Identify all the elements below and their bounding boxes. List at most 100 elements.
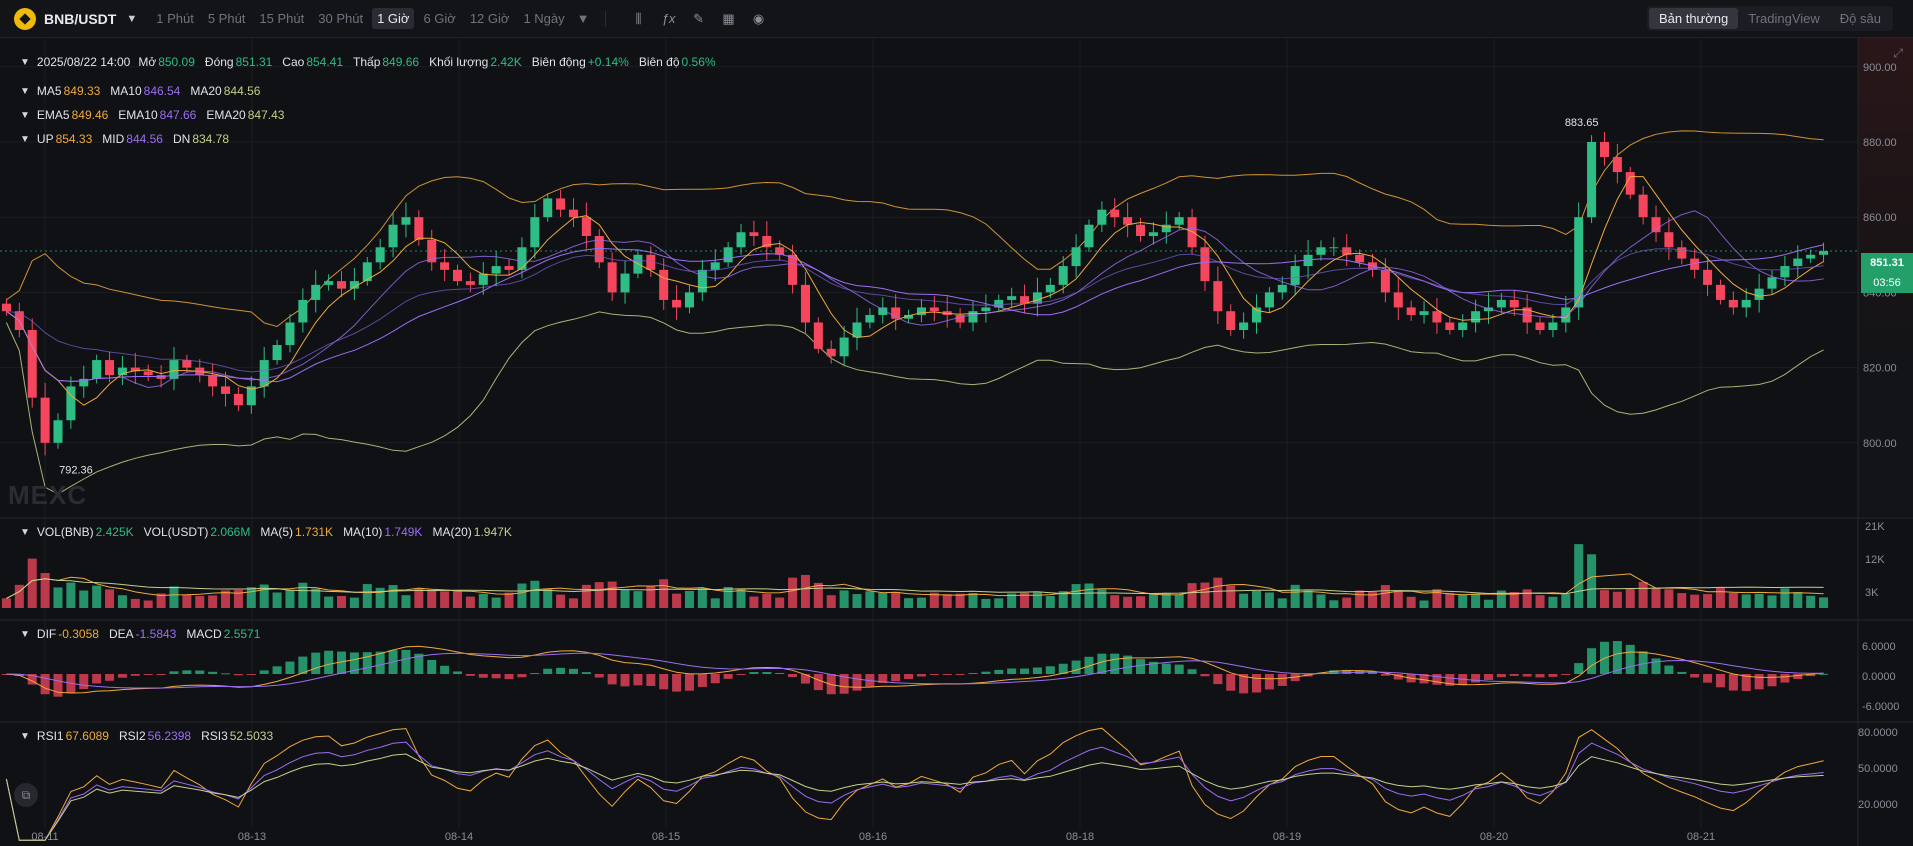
candle-body [504, 266, 514, 270]
candle-body [684, 292, 694, 308]
candle-body [1754, 288, 1764, 300]
chevron-down-icon[interactable]: ▼ [20, 57, 30, 68]
interval-tab-4[interactable]: 1 Giờ [372, 8, 415, 29]
macd-histogram-bar [285, 661, 295, 674]
camera-icon[interactable]: ◉ [744, 8, 774, 30]
macd-histogram-bar [955, 674, 965, 675]
view-tab-2[interactable]: Độ sâu [1830, 8, 1891, 29]
macd-histogram-bar [1252, 674, 1262, 693]
indicator-bars-icon[interactable]: ⫼ [624, 8, 654, 30]
candle-body [1123, 217, 1133, 225]
volume-bar [710, 598, 720, 608]
volume-value: 2.42K [490, 55, 522, 69]
candle-body [826, 348, 836, 357]
macd-histogram-bar [1509, 674, 1519, 676]
candle-body [581, 217, 591, 236]
candle-body [1574, 217, 1584, 308]
candle-body [401, 217, 411, 225]
candle-body [259, 360, 269, 387]
macd-histogram-bar [1561, 674, 1571, 675]
macd-histogram-bar [556, 667, 566, 674]
view-tab-0[interactable]: Bản thường [1648, 8, 1739, 29]
volume-bar [440, 591, 450, 608]
volume-bar [105, 589, 115, 608]
price-axis-label: 900.00 [1863, 62, 1897, 74]
candle-body [1393, 292, 1403, 308]
interval-tab-3[interactable]: 30 Phút [313, 8, 368, 29]
chevron-down-icon[interactable]: ▼ [126, 13, 137, 25]
volume-bar [324, 596, 334, 608]
candle-body [221, 386, 231, 394]
macd-histogram-bar [491, 674, 501, 679]
macd-axis-label: 6.0000 [1862, 641, 1896, 653]
candle-body [337, 281, 347, 289]
candle-body [1226, 311, 1236, 330]
dif-label: DIF [36, 627, 57, 641]
volume-bar [697, 588, 707, 608]
macd-histogram-bar [1277, 674, 1287, 686]
interval-tab-0[interactable]: 1 Phút [151, 8, 199, 29]
boll-mid-line [6, 244, 1824, 383]
candle-body [440, 262, 450, 270]
chart-canvas[interactable]: 883.65792.36 900.00880.00860.00840.00820… [0, 38, 1913, 846]
interval-tab-1[interactable]: 5 Phút [203, 8, 251, 29]
interval-tab-7[interactable]: 1 Ngày [518, 8, 569, 29]
rsi-axis-label: 50.0000 [1858, 763, 1898, 775]
candle-body [1187, 217, 1197, 248]
interval-tab-6[interactable]: 12 Giờ [465, 8, 515, 29]
fullscreen-icon[interactable]: ⤢ [1893, 46, 1903, 61]
volume-bar [1084, 583, 1094, 608]
macd-histogram-bar [800, 674, 810, 684]
interval-tab-2[interactable]: 15 Phút [254, 8, 309, 29]
vol-ma5-value: 1.731K [295, 525, 334, 539]
time-axis-label: 08-21 [1687, 831, 1715, 843]
dif-value: -0.3058 [58, 627, 99, 641]
volume-bar [517, 583, 527, 608]
layout-grid-icon[interactable]: ▦ [714, 8, 744, 30]
ma5-line [6, 176, 1824, 406]
volume-bar [1187, 583, 1197, 608]
candle-body [1535, 322, 1545, 330]
chevron-down-icon[interactable]: ▼ [20, 86, 30, 97]
chevron-down-icon[interactable]: ▼ [20, 110, 30, 121]
candle-body [1496, 299, 1506, 308]
vol-ma10-value: 1.749K [384, 525, 423, 539]
volume-bar [1741, 594, 1751, 608]
view-tab-1[interactable]: TradingView [1738, 8, 1830, 29]
low-label: Thấp [353, 55, 381, 69]
dea-label: DEA [108, 627, 134, 641]
interval-dropdown-icon[interactable]: ▼ [572, 8, 595, 29]
vol-ma10-label: MA(10) [343, 525, 383, 539]
candle-body [465, 281, 475, 285]
volume-bar [762, 593, 772, 608]
volume-bar [246, 587, 256, 608]
boll-mid-value: 844.56 [126, 132, 163, 146]
volume-bar [736, 588, 746, 608]
macd-legend: ▼ DIF -0.3058 DEA -1.5843 MACD 2.5571 [20, 627, 270, 641]
chevron-down-icon[interactable]: ▼ [20, 527, 30, 538]
macd-histogram-bar [1819, 673, 1829, 675]
fx-icon[interactable]: ƒx [654, 8, 684, 30]
macd-histogram-bar [465, 674, 475, 676]
chevron-down-icon[interactable]: ▼ [20, 629, 30, 640]
volume-bar [1419, 600, 1429, 608]
macd-histogram-bar [1200, 674, 1210, 677]
pencil-icon[interactable]: ✎ [684, 8, 714, 30]
candle-body [1252, 307, 1262, 323]
macd-histogram-bar [916, 674, 926, 677]
settings-layers-icon[interactable]: ⧉ [14, 783, 38, 807]
candle-body [375, 247, 385, 263]
volume-bar [375, 587, 385, 608]
volume-bar [79, 590, 89, 608]
macd-histogram-bar [1638, 651, 1648, 674]
chevron-down-icon[interactable]: ▼ [20, 134, 30, 145]
volume-bar [1329, 600, 1339, 608]
rsi1-value: 67.6089 [65, 729, 109, 743]
candle-body [1148, 232, 1158, 236]
volume-bar [620, 589, 630, 608]
chevron-down-icon[interactable]: ▼ [20, 731, 30, 742]
interval-tab-5[interactable]: 6 Giờ [418, 8, 460, 29]
candle-body [1664, 232, 1674, 248]
volume-bar [1819, 597, 1829, 608]
pair-title[interactable]: BNB/USDT [44, 11, 116, 27]
